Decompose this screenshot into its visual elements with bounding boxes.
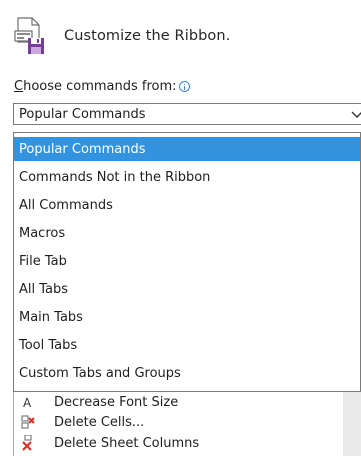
dropdown-option[interactable]: Macros [14, 221, 360, 245]
customize-ribbon-panel: Customize the Ribbon. Choose commands fr… [0, 0, 361, 456]
choose-commands-combobox[interactable]: Popular Commands [13, 103, 361, 125]
dropdown-option[interactable]: Popular Commands [14, 137, 360, 161]
dropdown-option[interactable]: Main Tabs [14, 305, 360, 329]
section-header: Customize the Ribbon. [12, 16, 230, 56]
commands-dropdown-list[interactable]: Popular Commands Commands Not in the Rib… [13, 132, 361, 392]
customize-ribbon-icon [12, 16, 48, 56]
commands-list-scrollbar[interactable] [343, 384, 361, 456]
commands-list[interactable]: A Decrease Font Size Delete Cells... Del… [13, 384, 344, 456]
delete-cells-icon [21, 415, 35, 429]
delete-sheet-columns-icon [22, 435, 32, 451]
list-item-label: Delete Cells... [54, 414, 145, 430]
info-icon[interactable] [178, 81, 190, 92]
chevron-down-icon[interactable] [350, 107, 361, 121]
section-title: Customize the Ribbon. [64, 28, 231, 44]
svg-text:A: A [23, 396, 32, 410]
choose-commands-label: Choose commands from: [14, 79, 190, 94]
list-item[interactable]: Delete Cells... [20, 413, 144, 431]
list-item[interactable]: Delete Sheet Columns [20, 434, 199, 452]
label-text: hoose commands from: [23, 79, 177, 94]
dropdown-option[interactable]: Commands Not in the Ribbon [14, 165, 360, 189]
list-item-label: Decrease Font Size [54, 394, 179, 410]
list-item-label: Delete Sheet Columns [54, 435, 200, 451]
combobox-value: Popular Commands [19, 106, 146, 122]
dropdown-option[interactable]: All Commands [14, 193, 360, 217]
dropdown-option[interactable]: All Tabs [14, 277, 360, 301]
dropdown-option[interactable]: File Tab [14, 249, 360, 273]
accelerator-key: C [14, 79, 24, 94]
list-item[interactable]: A Decrease Font Size [20, 393, 178, 411]
dropdown-option[interactable]: Custom Tabs and Groups [14, 361, 360, 385]
decrease-font-size-icon: A [23, 396, 32, 410]
dropdown-option[interactable]: Tool Tabs [14, 333, 360, 357]
